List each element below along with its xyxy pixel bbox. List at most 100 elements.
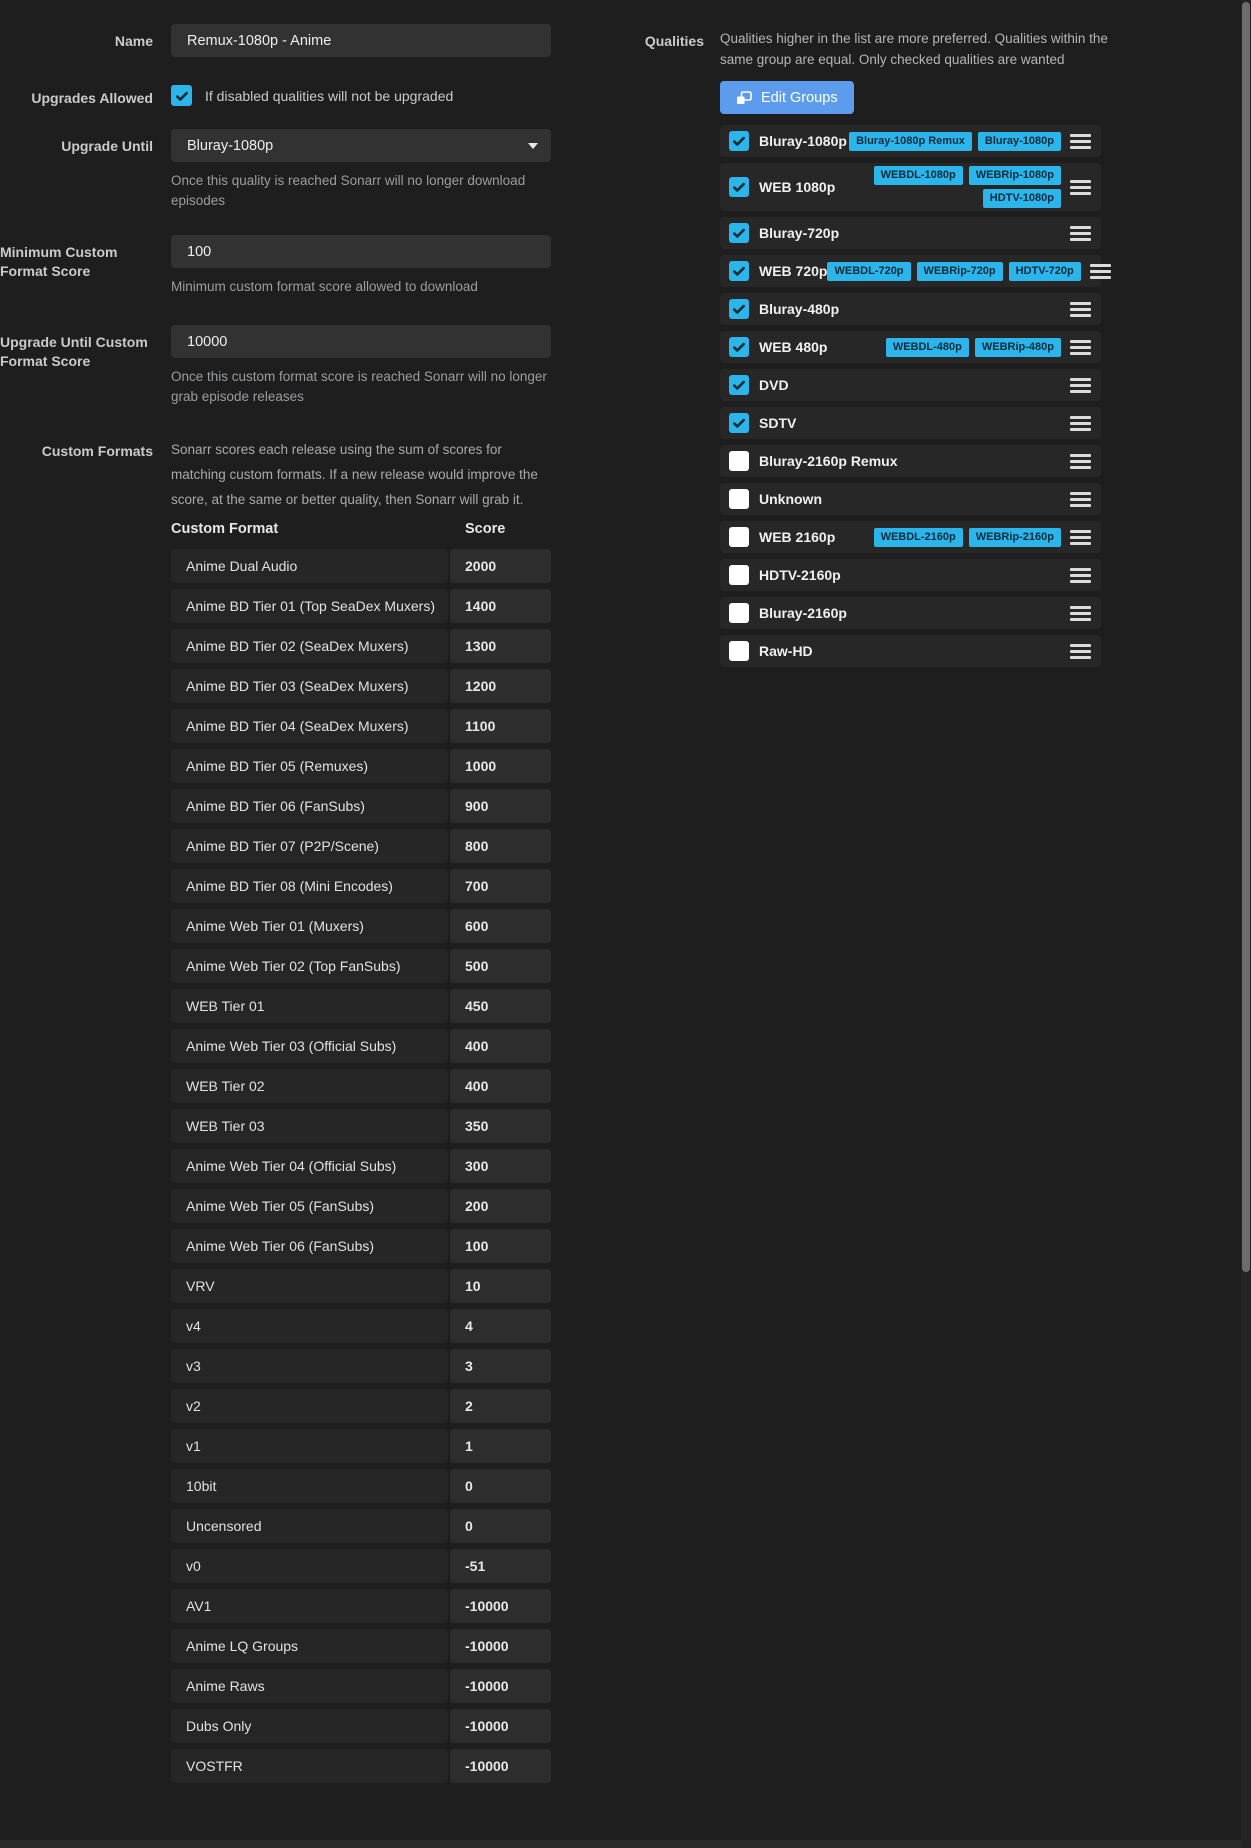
quality-row: DVD [720,369,1101,401]
custom-format-score-input[interactable]: 900 [450,789,551,823]
upgrade-until-label: Upgrade Until [0,129,153,156]
custom-format-score-input[interactable]: 1300 [450,629,551,663]
name-input[interactable]: Remux-1080p - Anime [171,24,551,57]
quality-checkbox[interactable] [729,603,749,623]
custom-format-score-input[interactable]: 450 [450,989,551,1023]
quality-checkbox[interactable] [729,413,749,433]
drag-handle-icon[interactable] [1070,378,1091,393]
custom-format-row: WEB Tier 01450 [171,989,551,1023]
quality-checkbox[interactable] [729,131,749,151]
quality-row: Unknown [720,483,1101,515]
custom-format-name: Anime BD Tier 05 (Remuxes) [171,749,448,783]
edit-groups-button[interactable]: Edit Groups [720,81,854,114]
custom-format-score-input[interactable]: 1200 [450,669,551,703]
custom-format-score-input[interactable]: 350 [450,1109,551,1143]
upgrades-allowed-checkbox[interactable] [171,85,192,106]
quality-checkbox[interactable] [729,489,749,509]
custom-format-row: WEB Tier 02400 [171,1069,551,1103]
custom-format-row: VRV10 [171,1269,551,1303]
custom-format-score-input[interactable]: -10000 [450,1589,551,1623]
custom-format-score-input[interactable]: 600 [450,909,551,943]
custom-format-score-input[interactable]: 2 [450,1389,551,1423]
quality-checkbox[interactable] [729,177,749,197]
drag-handle-icon[interactable] [1070,606,1091,621]
drag-handle-icon[interactable] [1070,530,1091,545]
custom-format-row: Anime Web Tier 06 (FanSubs)100 [171,1229,551,1263]
drag-handle-icon[interactable] [1090,264,1111,279]
custom-format-name: Anime Web Tier 05 (FanSubs) [171,1189,448,1223]
upgrade-until-select[interactable]: Bluray-1080p [171,129,551,162]
drag-handle-icon[interactable] [1070,492,1091,507]
custom-format-score-input[interactable]: 300 [450,1149,551,1183]
quality-row: SDTV [720,407,1101,439]
custom-format-score-input[interactable]: 4 [450,1309,551,1343]
custom-format-score-input[interactable]: 400 [450,1029,551,1063]
custom-format-name: Anime BD Tier 01 (Top SeaDex Muxers) [171,589,448,623]
quality-checkbox[interactable] [729,223,749,243]
custom-format-name: WEB Tier 03 [171,1109,448,1143]
quality-checkbox[interactable] [729,527,749,547]
custom-format-score-input[interactable]: 0 [450,1469,551,1503]
custom-format-row: Uncensored0 [171,1509,551,1543]
custom-format-score-input[interactable]: -10000 [450,1709,551,1743]
custom-format-score-input[interactable]: 100 [450,1229,551,1263]
custom-format-row: Anime BD Tier 02 (SeaDex Muxers)1300 [171,629,551,663]
scrollbar-track[interactable] [1241,0,1251,1848]
modal-footer-edge [0,1840,1241,1848]
quality-badges: WEBDL-1080pWEBRip-1080pHDTV-1080p [874,166,1061,208]
upgrade-until-custom-format-score-input[interactable]: 10000 [171,325,551,358]
quality-name: WEB 2160p [759,529,835,545]
min-custom-format-score-input[interactable]: 100 [171,235,551,268]
custom-format-score-input[interactable]: 1100 [450,709,551,743]
quality-group-badge: WEBDL-2160p [874,528,963,547]
custom-format-score-input[interactable]: -10000 [450,1629,551,1663]
custom-format-row: Anime BD Tier 01 (Top SeaDex Muxers)1400 [171,589,551,623]
custom-format-row: Anime BD Tier 03 (SeaDex Muxers)1200 [171,669,551,703]
drag-handle-icon[interactable] [1070,416,1091,431]
custom-format-score-input[interactable]: -51 [450,1549,551,1583]
qualities-description: Qualities higher in the list are more pr… [720,24,1125,70]
custom-format-score-input[interactable]: 500 [450,949,551,983]
quality-checkbox[interactable] [729,451,749,471]
drag-handle-icon[interactable] [1070,568,1091,583]
custom-format-score-input[interactable]: 2000 [450,549,551,583]
drag-handle-icon[interactable] [1070,226,1091,241]
drag-handle-icon[interactable] [1070,134,1091,149]
quality-checkbox[interactable] [729,337,749,357]
custom-format-name: Anime Web Tier 02 (Top FanSubs) [171,949,448,983]
checkmark-icon [732,302,746,316]
custom-format-score-input[interactable]: 200 [450,1189,551,1223]
custom-format-score-input[interactable]: 10 [450,1269,551,1303]
custom-format-score-input[interactable]: -10000 [450,1749,551,1783]
custom-format-score-input[interactable]: 1 [450,1429,551,1463]
upgrade-until-custom-format-score-help: Once this custom format score is reached… [171,367,551,407]
quality-checkbox[interactable] [729,565,749,585]
quality-checkbox[interactable] [729,375,749,395]
upgrades-allowed-label: Upgrades Allowed [0,81,153,108]
drag-handle-icon[interactable] [1070,644,1091,659]
quality-name: Raw-HD [759,643,813,659]
quality-row: WEB 480pWEBDL-480pWEBRip-480p [720,331,1101,363]
custom-format-row: Anime Raws-10000 [171,1669,551,1703]
custom-format-score-input[interactable]: 700 [450,869,551,903]
custom-format-row: v11 [171,1429,551,1463]
custom-format-score-input[interactable]: -10000 [450,1669,551,1703]
quality-checkbox[interactable] [729,641,749,661]
custom-format-score-input[interactable]: 3 [450,1349,551,1383]
custom-format-score-input[interactable]: 0 [450,1509,551,1543]
drag-handle-icon[interactable] [1070,454,1091,469]
custom-format-score-input[interactable]: 400 [450,1069,551,1103]
custom-format-score-input[interactable]: 1400 [450,589,551,623]
quality-checkbox[interactable] [729,261,749,281]
custom-format-name: Anime BD Tier 06 (FanSubs) [171,789,448,823]
drag-handle-icon[interactable] [1070,340,1091,355]
custom-format-name: Anime BD Tier 03 (SeaDex Muxers) [171,669,448,703]
drag-handle-icon[interactable] [1070,180,1091,195]
custom-format-score-input[interactable]: 800 [450,829,551,863]
custom-format-row: Anime BD Tier 08 (Mini Encodes)700 [171,869,551,903]
scrollbar-thumb[interactable] [1242,2,1250,1272]
custom-format-score-input[interactable]: 1000 [450,749,551,783]
quality-group-badge: HDTV-720p [1009,262,1081,281]
drag-handle-icon[interactable] [1070,302,1091,317]
quality-checkbox[interactable] [729,299,749,319]
